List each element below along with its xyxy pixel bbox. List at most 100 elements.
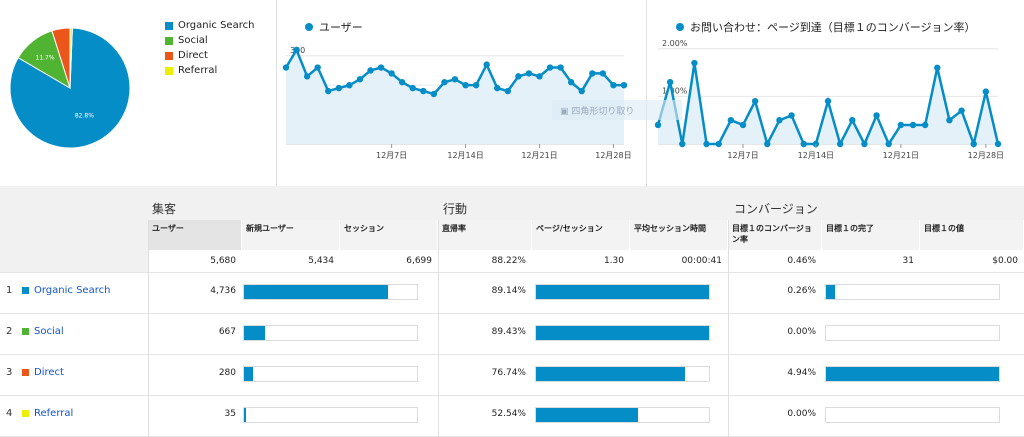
y-tick-label: 2.00%: [662, 39, 688, 48]
totals-cell: 00:00:41: [681, 256, 722, 266]
column-header[interactable]: ページ/セッション: [532, 220, 629, 250]
x-tick-label: 12月21日: [883, 151, 919, 160]
column-header[interactable]: 目標１の完了: [822, 220, 919, 250]
data-point: [303, 73, 311, 80]
table-row-label: 1 Organic Search: [6, 285, 110, 296]
percentage-bar: [825, 407, 1000, 423]
data-point: [861, 140, 868, 148]
data-point: [921, 121, 929, 129]
legend-item-referral[interactable]: Referral: [165, 63, 254, 78]
row-divider: [0, 395, 1024, 396]
table-cell: 0.00%: [787, 327, 816, 337]
data-point: [776, 116, 783, 124]
pie-slice-label: 82.8%: [75, 112, 94, 119]
column-header[interactable]: 目標１の値: [920, 220, 1023, 250]
column-header[interactable]: 平均セッション時間: [630, 220, 727, 250]
channel-link[interactable]: Referral: [34, 408, 73, 419]
channel-link[interactable]: Social: [34, 326, 64, 337]
channel-color-swatch: [22, 328, 29, 335]
data-point: [836, 140, 844, 148]
x-tick-label: 12月28日: [968, 151, 1004, 160]
percentage-bar-fill: [536, 408, 639, 422]
x-tick-label: 12月14日: [798, 151, 834, 160]
data-point: [557, 64, 564, 71]
data-point: [873, 112, 880, 119]
data-point: [398, 79, 406, 86]
label-col-header: [0, 220, 148, 272]
data-point: [885, 140, 892, 148]
percentage-bar-fill: [826, 367, 999, 381]
table-row-label: 4 Referral: [6, 408, 73, 419]
data-point: [589, 70, 596, 77]
data-point: [388, 70, 395, 77]
percentage-bar-fill: [826, 285, 835, 299]
x-tick-label: 12月28日: [595, 151, 631, 160]
data-point: [666, 78, 674, 86]
legend-item-social[interactable]: Social: [165, 33, 254, 48]
channel-color-swatch: [22, 287, 29, 294]
data-point: [483, 61, 490, 68]
percentage-bar: [243, 407, 418, 423]
column-divider: [728, 220, 729, 436]
tooltip-icon: ▣: [560, 107, 572, 117]
channel-link[interactable]: Direct: [34, 367, 64, 378]
data-point: [367, 67, 374, 74]
data-point: [909, 121, 917, 129]
table-cell: 0.26%: [787, 286, 816, 296]
column-header[interactable]: セッション: [340, 220, 437, 250]
legend-item-organic[interactable]: Organic Search: [165, 18, 254, 33]
data-point: [282, 64, 290, 71]
data-point: [515, 73, 522, 80]
percentage-bar: [243, 366, 418, 382]
group-behavior: 行動: [443, 202, 468, 216]
totals-cell: $0.00: [992, 256, 1018, 266]
table-cell: 89.14%: [491, 286, 526, 296]
data-point: [462, 81, 469, 89]
data-point: [578, 87, 585, 95]
series-area: [286, 49, 624, 144]
data-point: [314, 64, 321, 71]
column-header[interactable]: 新規ユーザー: [242, 220, 339, 250]
column-divider: [438, 220, 439, 436]
legend-swatch: [165, 51, 173, 60]
data-point: [494, 84, 501, 92]
divider: [646, 0, 647, 186]
pie-slice-label: 11.7%: [36, 55, 55, 62]
table-row-label: 2 Social: [6, 326, 64, 337]
percentage-bar: [535, 284, 710, 300]
data-point: [946, 116, 953, 124]
percentage-bar: [535, 325, 710, 341]
table-cell: 4.94%: [787, 368, 816, 378]
data-point: [525, 70, 533, 77]
data-table: 集客 行動 コンバージョン ユーザー 新規ユーザー セッション 直帰率 ページ/セッショ…: [0, 186, 1024, 437]
column-header[interactable]: 目標１のコンバージョン率: [728, 220, 821, 250]
totals-cell: 0.46%: [787, 256, 816, 266]
data-point: [739, 121, 747, 129]
table-cell: 0.00%: [787, 409, 816, 419]
data-point: [420, 87, 427, 95]
data-point: [346, 81, 353, 89]
ghost-tooltip: ▣ 四角形切り取り: [552, 100, 682, 120]
percentage-bar: [535, 407, 710, 423]
totals-cell: 5,680: [210, 256, 236, 266]
row-number: 2: [6, 326, 13, 337]
data-point: [800, 140, 807, 148]
data-point: [567, 79, 575, 86]
channel-link[interactable]: Organic Search: [34, 285, 110, 296]
column-header[interactable]: 直帰率: [438, 220, 531, 250]
column-header[interactable]: ユーザー: [148, 220, 241, 250]
channel-color-swatch: [22, 369, 29, 376]
percentage-bar: [243, 284, 418, 300]
legend-item-direct[interactable]: Direct: [165, 48, 254, 63]
data-point: [335, 84, 343, 92]
row-number: 3: [6, 367, 13, 378]
x-tick-label: 12月14日: [447, 151, 483, 160]
totals-cell: 88.22%: [491, 256, 526, 266]
series-dot-icon: [676, 23, 684, 31]
data-point: [788, 112, 795, 119]
data-point: [703, 140, 710, 148]
totals-cell: 1.30: [603, 256, 624, 266]
group-acquisition: 集客: [152, 202, 177, 216]
data-point: [970, 140, 977, 148]
data-point: [536, 73, 543, 80]
